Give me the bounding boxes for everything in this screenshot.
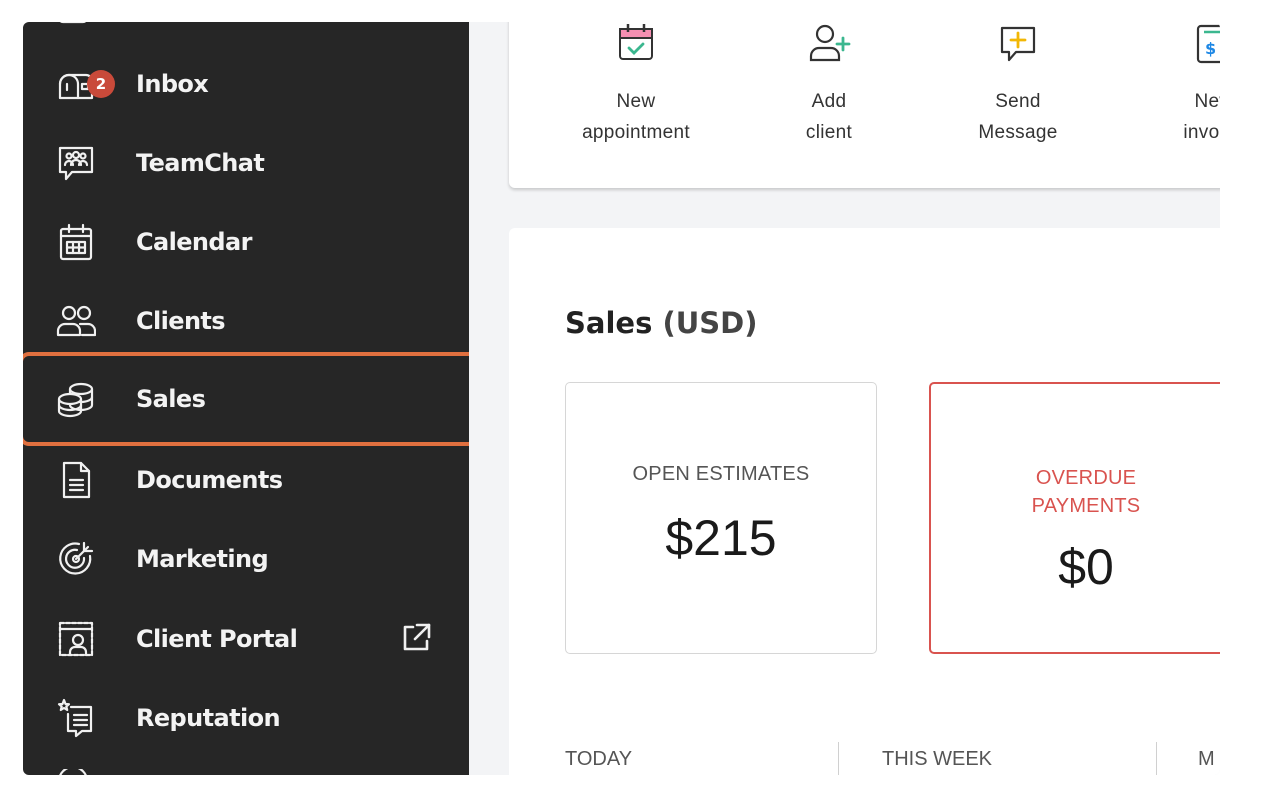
- overdue-label-line2: PAYMENTS: [1031, 495, 1141, 517]
- quick-action-label-line1: New: [616, 91, 656, 112]
- main-content: New appointment Add client Send Message …: [469, 22, 1220, 775]
- quick-action-label-line2: invoice: [1183, 122, 1220, 143]
- external-link-icon[interactable]: [399, 621, 435, 657]
- sales-title: Sales: [565, 306, 653, 340]
- open-estimates-tile[interactable]: OPEN ESTIMATES $215: [565, 382, 877, 654]
- period-this-week[interactable]: THIS WEEK: [882, 748, 992, 771]
- reputation-icon: [53, 695, 99, 741]
- sales-card: Sales (USD) OPEN ESTIMATES $215 OVERDUE …: [509, 228, 1220, 775]
- overdue-payments-label: OVERDUE PAYMENTS: [931, 464, 1220, 520]
- sidebar-item-label: Marketing: [136, 544, 269, 573]
- add-client-icon: [804, 22, 854, 70]
- sidebar-item-label: TeamChat: [136, 148, 265, 177]
- period-divider: [1156, 742, 1157, 775]
- quick-action-label-line2: client: [805, 122, 853, 143]
- app-window: 2 Inbox TeamChat Calendar Clients Sales …: [23, 22, 1220, 775]
- quick-action-label-line1: Send: [995, 91, 1041, 112]
- overdue-label-line1: OVERDUE: [1035, 467, 1137, 489]
- sales-currency: (USD): [662, 306, 758, 340]
- sidebar-item-label: Sales: [136, 385, 206, 413]
- sidebar-item-label: Inbox: [136, 69, 209, 98]
- sidebar-item-inbox[interactable]: 2 Inbox: [23, 44, 469, 123]
- sidebar-item-clients[interactable]: Clients: [23, 281, 469, 360]
- sidebar-item-sales[interactable]: Sales: [23, 352, 469, 446]
- overdue-payments-tile[interactable]: OVERDUE PAYMENTS $0: [929, 382, 1220, 654]
- sidebar-item-label: Reputation: [136, 703, 281, 732]
- target-icon: [53, 536, 99, 582]
- send-message-icon: [993, 22, 1043, 70]
- sidebar-item-label: Clients: [136, 306, 226, 335]
- coins-icon: [53, 376, 99, 422]
- open-estimates-value: $215: [665, 510, 777, 566]
- sidebar: 2 Inbox TeamChat Calendar Clients Sales …: [23, 22, 469, 775]
- sidebar-item-partial-top[interactable]: [53, 22, 93, 26]
- sidebar-item-teamchat[interactable]: TeamChat: [23, 123, 469, 202]
- period-today[interactable]: TODAY: [565, 748, 632, 771]
- sidebar-item-label: Documents: [136, 465, 283, 494]
- portal-icon: [53, 616, 99, 662]
- new-appointment-icon: [611, 22, 661, 70]
- sidebar-item-calendar[interactable]: Calendar: [23, 202, 469, 281]
- period-month[interactable]: M: [1198, 748, 1215, 771]
- quick-action-label-line1: New: [1194, 91, 1220, 112]
- teamchat-icon: [53, 140, 99, 186]
- svg-text:$: $: [1205, 39, 1216, 58]
- sidebar-item-client-portal[interactable]: Client Portal: [23, 599, 469, 678]
- quick-action-label-line1: Add: [811, 91, 847, 112]
- inbox-unread-badge: 2: [87, 70, 115, 98]
- new-invoice-icon: $: [1189, 22, 1220, 70]
- sidebar-item-partial-bottom[interactable]: [53, 765, 93, 775]
- clients-icon: [53, 298, 99, 344]
- period-divider: [838, 742, 839, 775]
- sidebar-item-documents[interactable]: Documents: [23, 440, 469, 519]
- quick-action-label-line2: Message: [978, 122, 1058, 143]
- sidebar-item-label: Client Portal: [136, 624, 298, 653]
- overdue-payments-value: $0: [1058, 539, 1114, 595]
- open-estimates-label: OPEN ESTIMATES: [632, 463, 810, 485]
- sales-heading: Sales (USD): [565, 306, 757, 340]
- quick-action-label-line2: appointment: [582, 122, 690, 143]
- sidebar-item-label: Calendar: [136, 227, 252, 256]
- document-icon: [53, 457, 99, 503]
- sidebar-item-marketing[interactable]: Marketing: [23, 519, 469, 598]
- quick-actions-card: New appointment Add client Send Message …: [509, 22, 1220, 188]
- sidebar-item-reputation[interactable]: Reputation: [23, 678, 469, 757]
- calendar-icon: [53, 219, 99, 265]
